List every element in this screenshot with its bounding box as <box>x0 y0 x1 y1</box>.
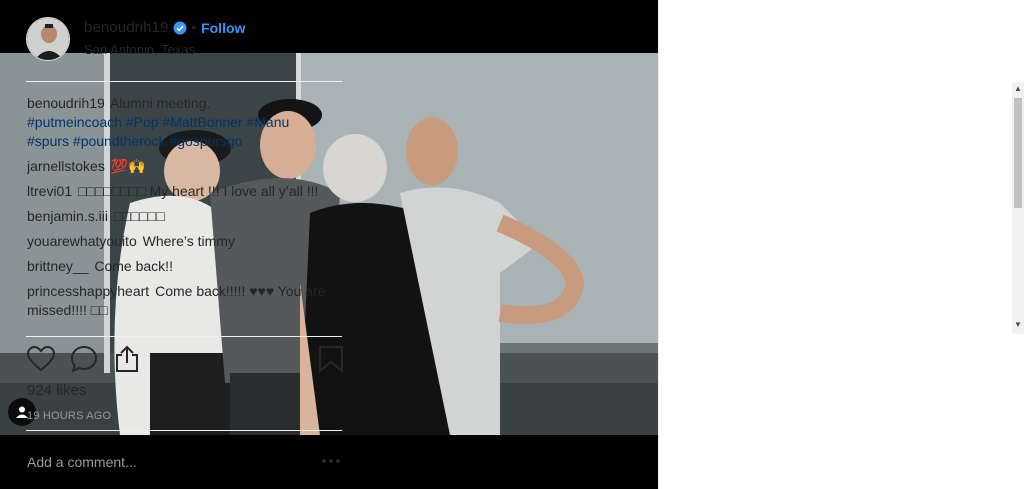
comment-text: 💯🙌 <box>110 158 146 174</box>
comment-text: Where’s timmy <box>142 233 235 249</box>
comment-item: youarewhatyouito Where’s timmy <box>27 232 327 251</box>
caption-username[interactable]: benoudrih19 <box>27 95 105 111</box>
username-link[interactable]: benoudrih19 <box>84 18 169 38</box>
caption-hashtags[interactable]: #putmeincoach #Pop #MattBonner #Manu <box>27 114 289 130</box>
post-details-panel <box>658 0 1024 489</box>
post-actions <box>26 344 344 374</box>
caption-text: Alumni meeting. <box>109 95 211 111</box>
comment-item: princesshappyheart Come back!!!!! ♥♥♥ Yo… <box>27 282 327 320</box>
comment-icon <box>70 345 98 373</box>
comment-text: □□□□□□ <box>113 208 165 224</box>
comments-scrollbar[interactable]: ▲ ▼ <box>1012 82 1024 334</box>
comment-username[interactable]: youarewhatyouito <box>27 233 137 249</box>
bookmark-icon <box>319 346 343 374</box>
comment-username[interactable]: benjamin.s.iii <box>27 208 108 224</box>
scroll-thumb[interactable] <box>1014 98 1022 208</box>
more-options-icon <box>322 459 340 463</box>
like-button[interactable] <box>26 344 56 374</box>
comment-item: jarnellstokes 💯🙌 <box>27 157 327 176</box>
comment-text: □□□□□□□□ My heart !!! I love all y’all !… <box>78 183 319 199</box>
post-timestamp[interactable]: 19 HOURS AGO <box>27 410 111 422</box>
post-header: benoudrih19 • Follow San Antonio, Texas <box>26 16 342 62</box>
divider <box>26 81 342 82</box>
share-button[interactable] <box>112 344 142 374</box>
scroll-down-arrow-icon[interactable]: ▼ <box>1012 320 1024 332</box>
comment-username[interactable]: ltrevi01 <box>27 183 72 199</box>
verified-badge-icon <box>173 21 187 35</box>
caption: benoudrih19 Alumni meeting. #putmeincoac… <box>27 94 327 151</box>
scroll-up-arrow-icon[interactable]: ▲ <box>1012 84 1024 96</box>
more-options-button[interactable] <box>320 450 342 472</box>
caption-hashtags[interactable]: #spurs #poundtherock #gospursgo <box>27 133 243 149</box>
avatar-image <box>27 18 69 60</box>
comment-text: Come back!! <box>94 258 173 274</box>
comment-item: ltrevi01 □□□□□□□□ My heart !!! I love al… <box>27 182 327 201</box>
save-button[interactable] <box>316 344 346 374</box>
comment-item: benjamin.s.iii □□□□□□ <box>27 207 327 226</box>
header-text: benoudrih19 • Follow San Antonio, Texas <box>84 18 245 60</box>
heart-icon <box>26 345 56 372</box>
user-row: benoudrih19 • Follow <box>84 18 245 38</box>
divider <box>26 336 342 337</box>
add-comment-input[interactable] <box>27 448 297 476</box>
likes-count[interactable]: 924 likes <box>27 382 86 399</box>
divider <box>26 430 342 431</box>
comment-username[interactable]: jarnellstokes <box>27 158 105 174</box>
comment-button[interactable] <box>69 344 99 374</box>
comment-username[interactable]: princesshappyheart <box>27 283 149 299</box>
location-link[interactable]: San Antonio, Texas <box>84 40 245 60</box>
comment-item: brittney__ Come back!! <box>27 257 327 276</box>
avatar[interactable] <box>26 17 70 61</box>
separator-dot: • <box>191 20 197 35</box>
follow-button[interactable]: Follow <box>201 18 245 38</box>
comment-username[interactable]: brittney__ <box>27 258 88 274</box>
share-icon <box>116 345 138 372</box>
comments-list: benoudrih19 Alumni meeting. #putmeincoac… <box>27 94 327 336</box>
